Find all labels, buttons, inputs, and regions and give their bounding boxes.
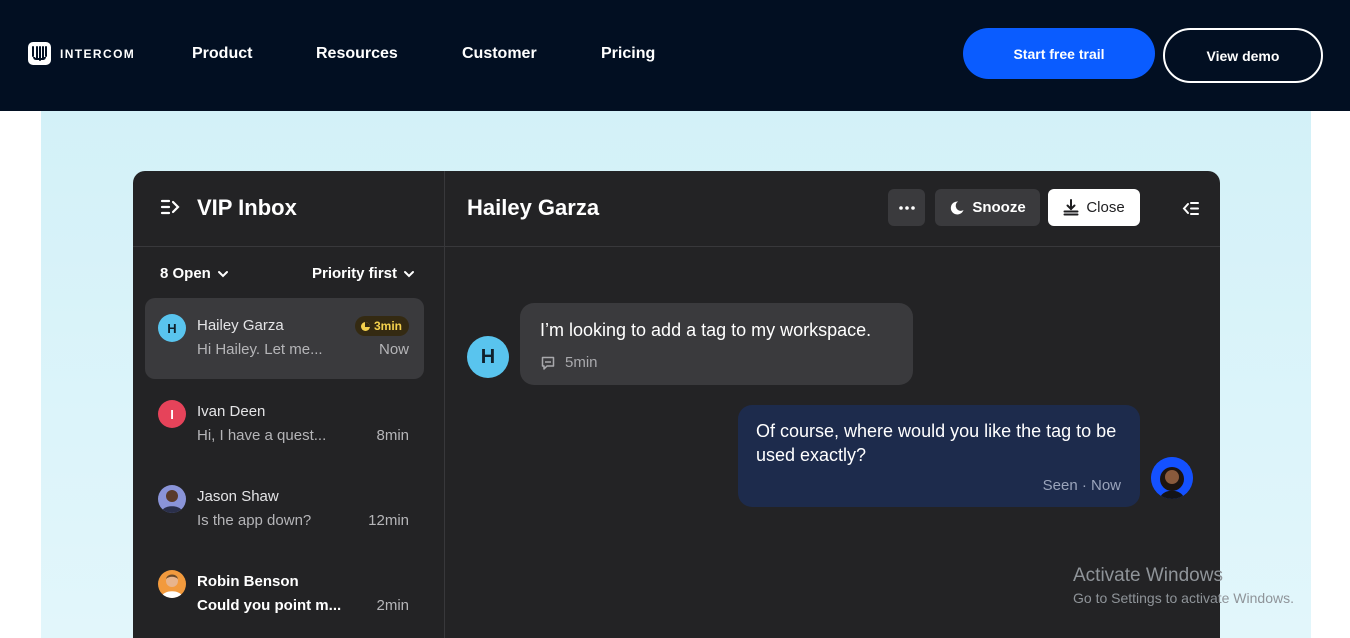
conversation-time: 12min xyxy=(368,512,409,529)
agent-message: Of course, where would you like the tag … xyxy=(738,405,1140,507)
conversation-title: Hailey Garza xyxy=(467,195,600,220)
person-photo-icon xyxy=(161,574,183,598)
close-conversation-button[interactable]: Close xyxy=(1048,189,1140,226)
inbox-title: VIP Inbox xyxy=(197,195,297,220)
avatar: H xyxy=(158,314,186,342)
top-navigation: INTERCOM Product Resources Customer Pric… xyxy=(0,0,1350,111)
conversation-preview: Is the app down? xyxy=(197,512,312,529)
inbox-menu-icon[interactable] xyxy=(160,198,180,216)
intercom-logo-icon xyxy=(28,42,51,65)
chat-bubble-icon xyxy=(541,356,555,370)
activation-watermark-subtitle: Go to Settings to activate Windows. xyxy=(1073,590,1294,606)
chevron-down-icon xyxy=(404,270,415,277)
conversation-name: Jason Shaw xyxy=(197,488,279,505)
avatar xyxy=(158,570,186,598)
conversation-name: Robin Benson xyxy=(197,573,299,590)
avatar xyxy=(158,485,186,513)
message-text: I’m looking to add a tag to my workspace… xyxy=(540,320,872,340)
conversation-name: Hailey Garza xyxy=(197,317,284,334)
snooze-label: Snooze xyxy=(972,199,1026,216)
conversation-preview: Could you point m... xyxy=(197,597,342,614)
message-meta: 5min xyxy=(540,354,598,371)
conversation-item-ivan-deen[interactable]: I Ivan Deen Hi, I have a quest... 8min xyxy=(145,384,424,465)
close-tray-icon xyxy=(1063,199,1079,216)
status-filter-dropdown[interactable]: 8 Open xyxy=(160,265,229,282)
agent-photo-icon xyxy=(1151,457,1193,499)
conversation-item-jason-shaw[interactable]: Jason Shaw Is the app down? 12min xyxy=(145,469,424,550)
brand-name: INTERCOM xyxy=(60,46,136,61)
avatar: I xyxy=(158,400,186,428)
inbox-app-preview: VIP Inbox 8 Open Priority first H Hailey… xyxy=(133,171,1220,638)
message-text: Of course, where would you like the tag … xyxy=(756,421,1117,465)
nav-pricing[interactable]: Pricing xyxy=(601,45,655,63)
nav-resources[interactable]: Resources xyxy=(316,45,398,63)
conversation-time: 2min xyxy=(376,597,409,614)
sort-filter-dropdown[interactable]: Priority first xyxy=(312,265,415,282)
close-label: Close xyxy=(1086,199,1125,216)
conversation-preview: Hi, I have a quest... xyxy=(197,427,327,444)
status-filter-label: 8 Open xyxy=(160,265,211,282)
chevron-down-icon xyxy=(217,270,228,277)
snooze-button[interactable]: Snooze xyxy=(935,189,1040,226)
start-free-trial-button[interactable]: Start free trail xyxy=(963,28,1155,79)
sort-filter-label: Priority first xyxy=(312,265,398,282)
agent-avatar xyxy=(1151,457,1193,499)
timer-icon xyxy=(360,321,370,331)
panel-divider xyxy=(444,171,445,638)
header-divider xyxy=(133,246,1220,247)
more-options-button[interactable] xyxy=(888,189,925,226)
more-dots-icon xyxy=(898,205,915,210)
activation-watermark-title: Activate Windows xyxy=(1073,565,1223,586)
message-time: 5min xyxy=(565,354,598,371)
view-demo-button[interactable]: View demo xyxy=(1163,28,1323,83)
intercom-logo[interactable]: INTERCOM xyxy=(28,42,135,65)
customer-avatar: H xyxy=(467,336,509,378)
conversation-preview: Hi Hailey. Let me... xyxy=(197,341,323,358)
conversation-time: 8min xyxy=(376,427,409,444)
moon-icon xyxy=(951,200,964,214)
details-panel-icon[interactable] xyxy=(1182,200,1200,217)
message-status: Seen · Now xyxy=(1042,477,1121,494)
conversation-item-robin-benson[interactable]: Robin Benson Could you point m... 2min xyxy=(145,554,424,635)
conversation-name: Ivan Deen xyxy=(197,403,266,420)
wait-time-badge: 3min xyxy=(354,316,409,336)
conversation-item-hailey-garza[interactable]: H Hailey Garza 3min Hi Hailey. Let me...… xyxy=(145,298,424,379)
person-photo-icon xyxy=(161,490,183,513)
customer-message: I’m looking to add a tag to my workspace… xyxy=(520,303,913,385)
wait-time-label: 3min xyxy=(373,319,402,333)
conversation-time: Now xyxy=(378,341,409,358)
nav-customer[interactable]: Customer xyxy=(462,45,537,63)
nav-product[interactable]: Product xyxy=(192,45,252,63)
